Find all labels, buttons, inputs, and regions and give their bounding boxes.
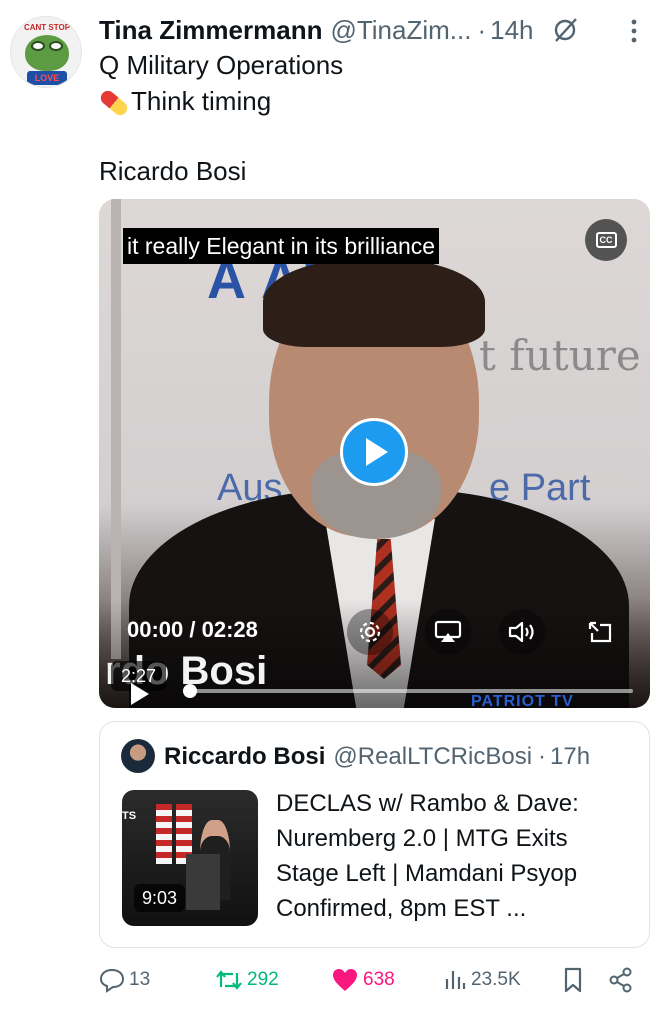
video-player[interactable]: A ALIAO t future Aus e Part it really El… (99, 199, 650, 708)
flag-image (156, 804, 172, 864)
quoted-tweet-card[interactable]: Riccardo Bosi @RealLTCRicBosi · 17h TS 9… (99, 721, 650, 948)
video-scene-hair (263, 257, 485, 347)
quoted-text-line: Stage Left | Mamdani Psyop (276, 860, 578, 887)
frog-eye (49, 41, 63, 51)
pill-emoji-icon (98, 88, 130, 119)
quoted-tweet-header: Riccardo Bosi @RealLTCRicBosi · 17h (164, 740, 590, 774)
video-progress-knob[interactable] (183, 684, 197, 698)
reply-count: 13 (129, 969, 151, 990)
bookmark-icon (564, 967, 582, 993)
quoted-author-avatar[interactable] (121, 739, 155, 773)
tweet-text-line: Ricardo Bosi (99, 156, 247, 186)
reply-button[interactable]: 13 (99, 960, 150, 1000)
analytics-icon (445, 971, 466, 989)
repost-button[interactable]: 292 (215, 960, 279, 1000)
fullscreen-button[interactable] (577, 609, 623, 655)
tweet-text-line: Q Military Operations (99, 50, 344, 80)
quoted-text-line: Nuremberg 2.0 | MTG Exits (276, 825, 568, 852)
airplay-icon (434, 620, 462, 642)
heart-icon (333, 969, 357, 991)
quoted-text-line: DECLAS w/ Rambo & Dave: (276, 790, 579, 817)
video-subtitle: it really Elegant in its brilliance (123, 228, 440, 264)
closed-captions-button[interactable]: CC (585, 219, 627, 261)
repost-icon (216, 970, 242, 990)
like-count: 638 (363, 969, 395, 990)
share-button[interactable] (607, 960, 639, 1000)
play-icon (366, 438, 388, 466)
quoted-text-line: Confirmed, 8pm EST ... (276, 895, 527, 922)
frog-image (25, 35, 69, 71)
author-name[interactable]: Tina Zimmermann (99, 15, 322, 46)
expand-icon (588, 621, 612, 643)
quoted-author-name[interactable]: Riccardo Bosi (164, 743, 325, 771)
volume-icon (508, 621, 534, 643)
avatar-text-top: CANT STOP (23, 23, 71, 32)
view-count: 23.5K (471, 969, 521, 990)
gear-icon (359, 621, 381, 643)
small-play-icon[interactable] (131, 683, 149, 705)
reply-icon (99, 968, 125, 993)
quoted-author-handle[interactable]: @RealLTCRicBosi (333, 743, 532, 771)
video-background-text: t future (479, 331, 641, 380)
grok-icon[interactable] (552, 17, 578, 43)
thumbnail-tag-text: TS (122, 810, 137, 822)
tweet-text-line-content: Think timing (131, 86, 272, 116)
separator-dot: · (477, 14, 487, 45)
cc-icon: CC (595, 232, 617, 248)
play-button[interactable] (340, 418, 408, 486)
thumbnail-podium (186, 854, 220, 910)
separator-dot: · (538, 743, 547, 770)
tweet-header: Tina Zimmermann @TinaZim... · 14h (99, 12, 659, 48)
tweet-time[interactable]: 14h (490, 15, 533, 46)
author-handle[interactable]: @TinaZim... (330, 15, 471, 46)
airplay-button[interactable] (425, 609, 471, 655)
repost-count: 292 (247, 969, 279, 990)
views-button[interactable]: 23.5K (443, 960, 521, 1000)
bookmark-button[interactable] (561, 960, 589, 1000)
volume-button[interactable] (499, 609, 545, 655)
settings-button[interactable] (347, 609, 393, 655)
quoted-video-thumbnail[interactable]: TS 9:03 (122, 790, 258, 926)
author-avatar[interactable]: CANT STOP LOVE (10, 16, 82, 88)
video-timecode: 00:00 / 02:28 (127, 617, 258, 642)
share-icon (609, 967, 632, 993)
tweet-text-line: Think timing (98, 84, 272, 119)
video-watermark: PATRIOT TV (471, 693, 574, 708)
frog-eye (31, 41, 45, 51)
quoted-tweet-time[interactable]: 17h (550, 743, 590, 771)
more-options-icon[interactable] (626, 16, 642, 46)
like-button[interactable]: 638 (331, 960, 395, 1000)
tweet-action-bar: 13 292 638 23.5K (99, 960, 650, 1000)
video-scene-pole (111, 199, 121, 659)
avatar-text-bottom: LOVE (27, 71, 67, 85)
quoted-tweet-text: DECLAS w/ Rambo & Dave: Nuremberg 2.0 | … (276, 786, 636, 926)
quoted-video-duration: 9:03 (134, 884, 186, 912)
